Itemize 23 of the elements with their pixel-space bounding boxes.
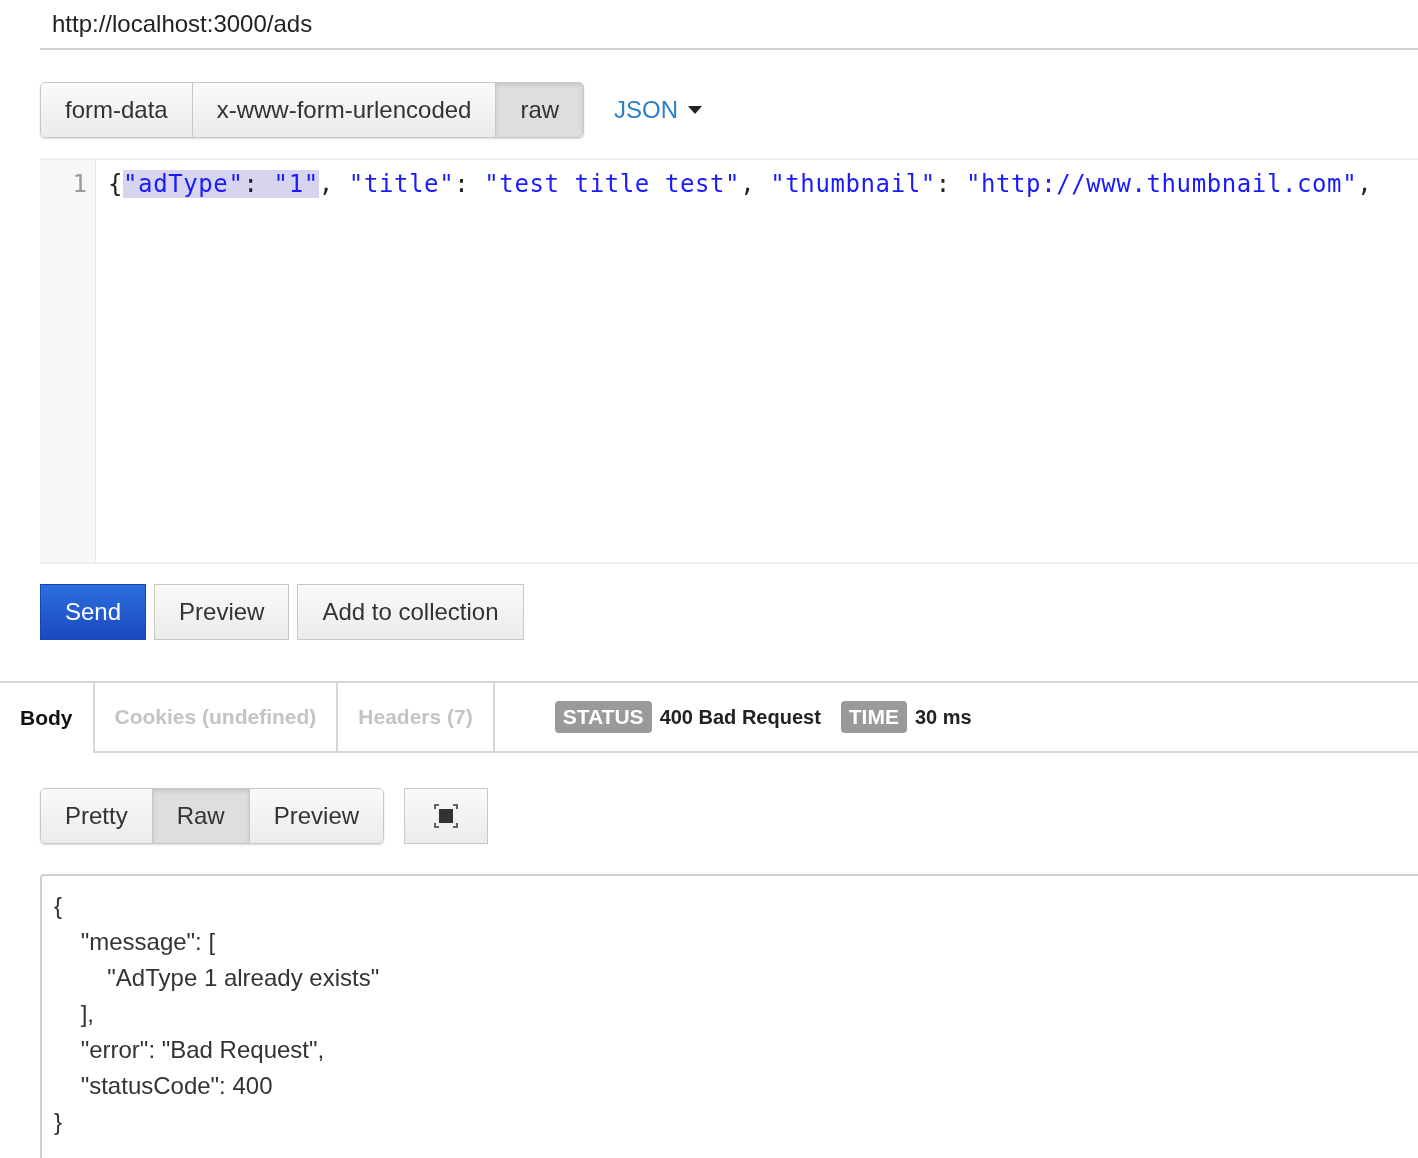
fullscreen-icon xyxy=(434,804,459,828)
action-button[interactable]: Add to collection xyxy=(297,584,524,640)
time-value: 30 ms xyxy=(914,705,972,729)
format-dropdown[interactable]: JSON xyxy=(614,96,703,124)
view-mode-button[interactable]: Raw xyxy=(152,789,250,843)
status-value: 400 Bad Request xyxy=(659,705,821,729)
action-button[interactable]: Preview xyxy=(154,584,290,640)
view-mode-button[interactable]: Preview xyxy=(249,789,384,843)
response-body-text: { "message": [ "AdType 1 already exists" ], "error": "Bad Request", "statusCode": 400 } xyxy=(54,891,381,1137)
code-line: {"adType": "1", "title": "test title test", "thumbnail": "http://www.thumbnail.com", xyxy=(108,169,1374,200)
body-mode-button[interactable]: x-www-form-urlencoded xyxy=(192,83,497,137)
response-tab[interactable]: Body xyxy=(0,683,95,753)
code-editor[interactable]: 1 {"adType": "1", "title": "test title test", "thumbnail": "http://www.thumbnail.com", xyxy=(40,158,1418,564)
url-field[interactable]: http://localhost:3000/ads xyxy=(40,0,1418,50)
send-button[interactable]: Send xyxy=(40,584,147,640)
fullscreen-button[interactable] xyxy=(404,788,489,844)
time-label: TIME xyxy=(840,701,907,733)
line-number: 1 xyxy=(71,169,88,200)
caret-icon xyxy=(688,106,703,114)
view-mode-button[interactable]: Pretty xyxy=(41,789,153,843)
status-label: STATUS xyxy=(554,701,652,733)
body-mode-button[interactable]: raw xyxy=(496,83,584,137)
body-mode-button[interactable]: form-data xyxy=(41,83,193,137)
